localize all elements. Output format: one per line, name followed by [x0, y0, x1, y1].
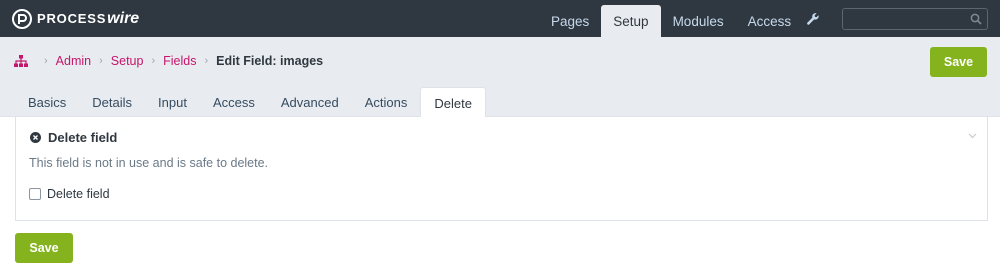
breadcrumb-setup[interactable]: Setup	[111, 54, 144, 68]
panel-description: This field is not in use and is safe to …	[29, 156, 269, 170]
breadcrumb-separator: ›	[151, 55, 156, 67]
delete-field-checkbox[interactable]	[29, 188, 41, 200]
breadcrumb: › Admin › Setup › Fields › Edit Field: i…	[14, 53, 323, 69]
tab-actions[interactable]: Actions	[352, 87, 421, 117]
field-tabs: Basics Details Input Access Advanced Act…	[15, 87, 486, 118]
nav-item-pages[interactable]: Pages	[539, 5, 601, 37]
save-button-bottom[interactable]: Save	[15, 233, 73, 263]
delete-field-panel: Delete field This field is not in use an…	[15, 117, 988, 221]
breadcrumb-separator: ›	[204, 55, 209, 67]
breadcrumb-separator: ›	[44, 55, 48, 67]
breadcrumb-fields[interactable]: Fields	[163, 54, 196, 68]
chevron-down-icon[interactable]	[968, 131, 977, 140]
delete-field-option[interactable]: Delete field	[29, 187, 110, 201]
logo-text-part2: wire	[107, 10, 140, 27]
page-title: Edit Field: images	[216, 54, 324, 68]
save-button-top[interactable]: Save	[930, 47, 987, 77]
page-header: › Admin › Setup › Fields › Edit Field: i…	[0, 37, 1000, 118]
wrench-icon[interactable]	[806, 12, 820, 26]
search-input[interactable]	[847, 11, 965, 27]
logo-text: PROCESS wire	[37, 10, 139, 28]
search-box	[842, 8, 988, 30]
breadcrumb-admin[interactable]: Admin	[56, 54, 91, 68]
nav-item-access[interactable]: Access	[736, 5, 804, 37]
processwire-logo[interactable]: PROCESS wire	[12, 9, 139, 29]
times-circle-icon	[30, 132, 41, 143]
panel-title: Delete field	[48, 130, 118, 145]
panel-header[interactable]: Delete field	[30, 130, 117, 145]
tab-advanced[interactable]: Advanced	[268, 87, 352, 117]
sitemap-icon[interactable]	[14, 55, 28, 67]
nav-item-setup[interactable]: Setup	[601, 5, 661, 37]
main-nav: Pages Setup Modules Access	[539, 5, 803, 37]
tab-details[interactable]: Details	[79, 87, 145, 117]
tab-delete[interactable]: Delete	[420, 87, 486, 118]
nav-item-modules[interactable]: Modules	[661, 5, 736, 37]
top-bar: PROCESS wire Pages Setup Modules Access	[0, 0, 1000, 37]
processwire-logo-icon	[12, 9, 32, 29]
tab-input[interactable]: Input	[145, 87, 200, 117]
logo-text-part1: PROCESS	[37, 11, 107, 26]
tab-access[interactable]: Access	[200, 87, 268, 117]
delete-field-checkbox-label[interactable]: Delete field	[47, 187, 110, 201]
breadcrumb-separator: ›	[99, 55, 103, 67]
search-icon[interactable]	[970, 13, 982, 25]
tab-basics[interactable]: Basics	[15, 87, 79, 117]
